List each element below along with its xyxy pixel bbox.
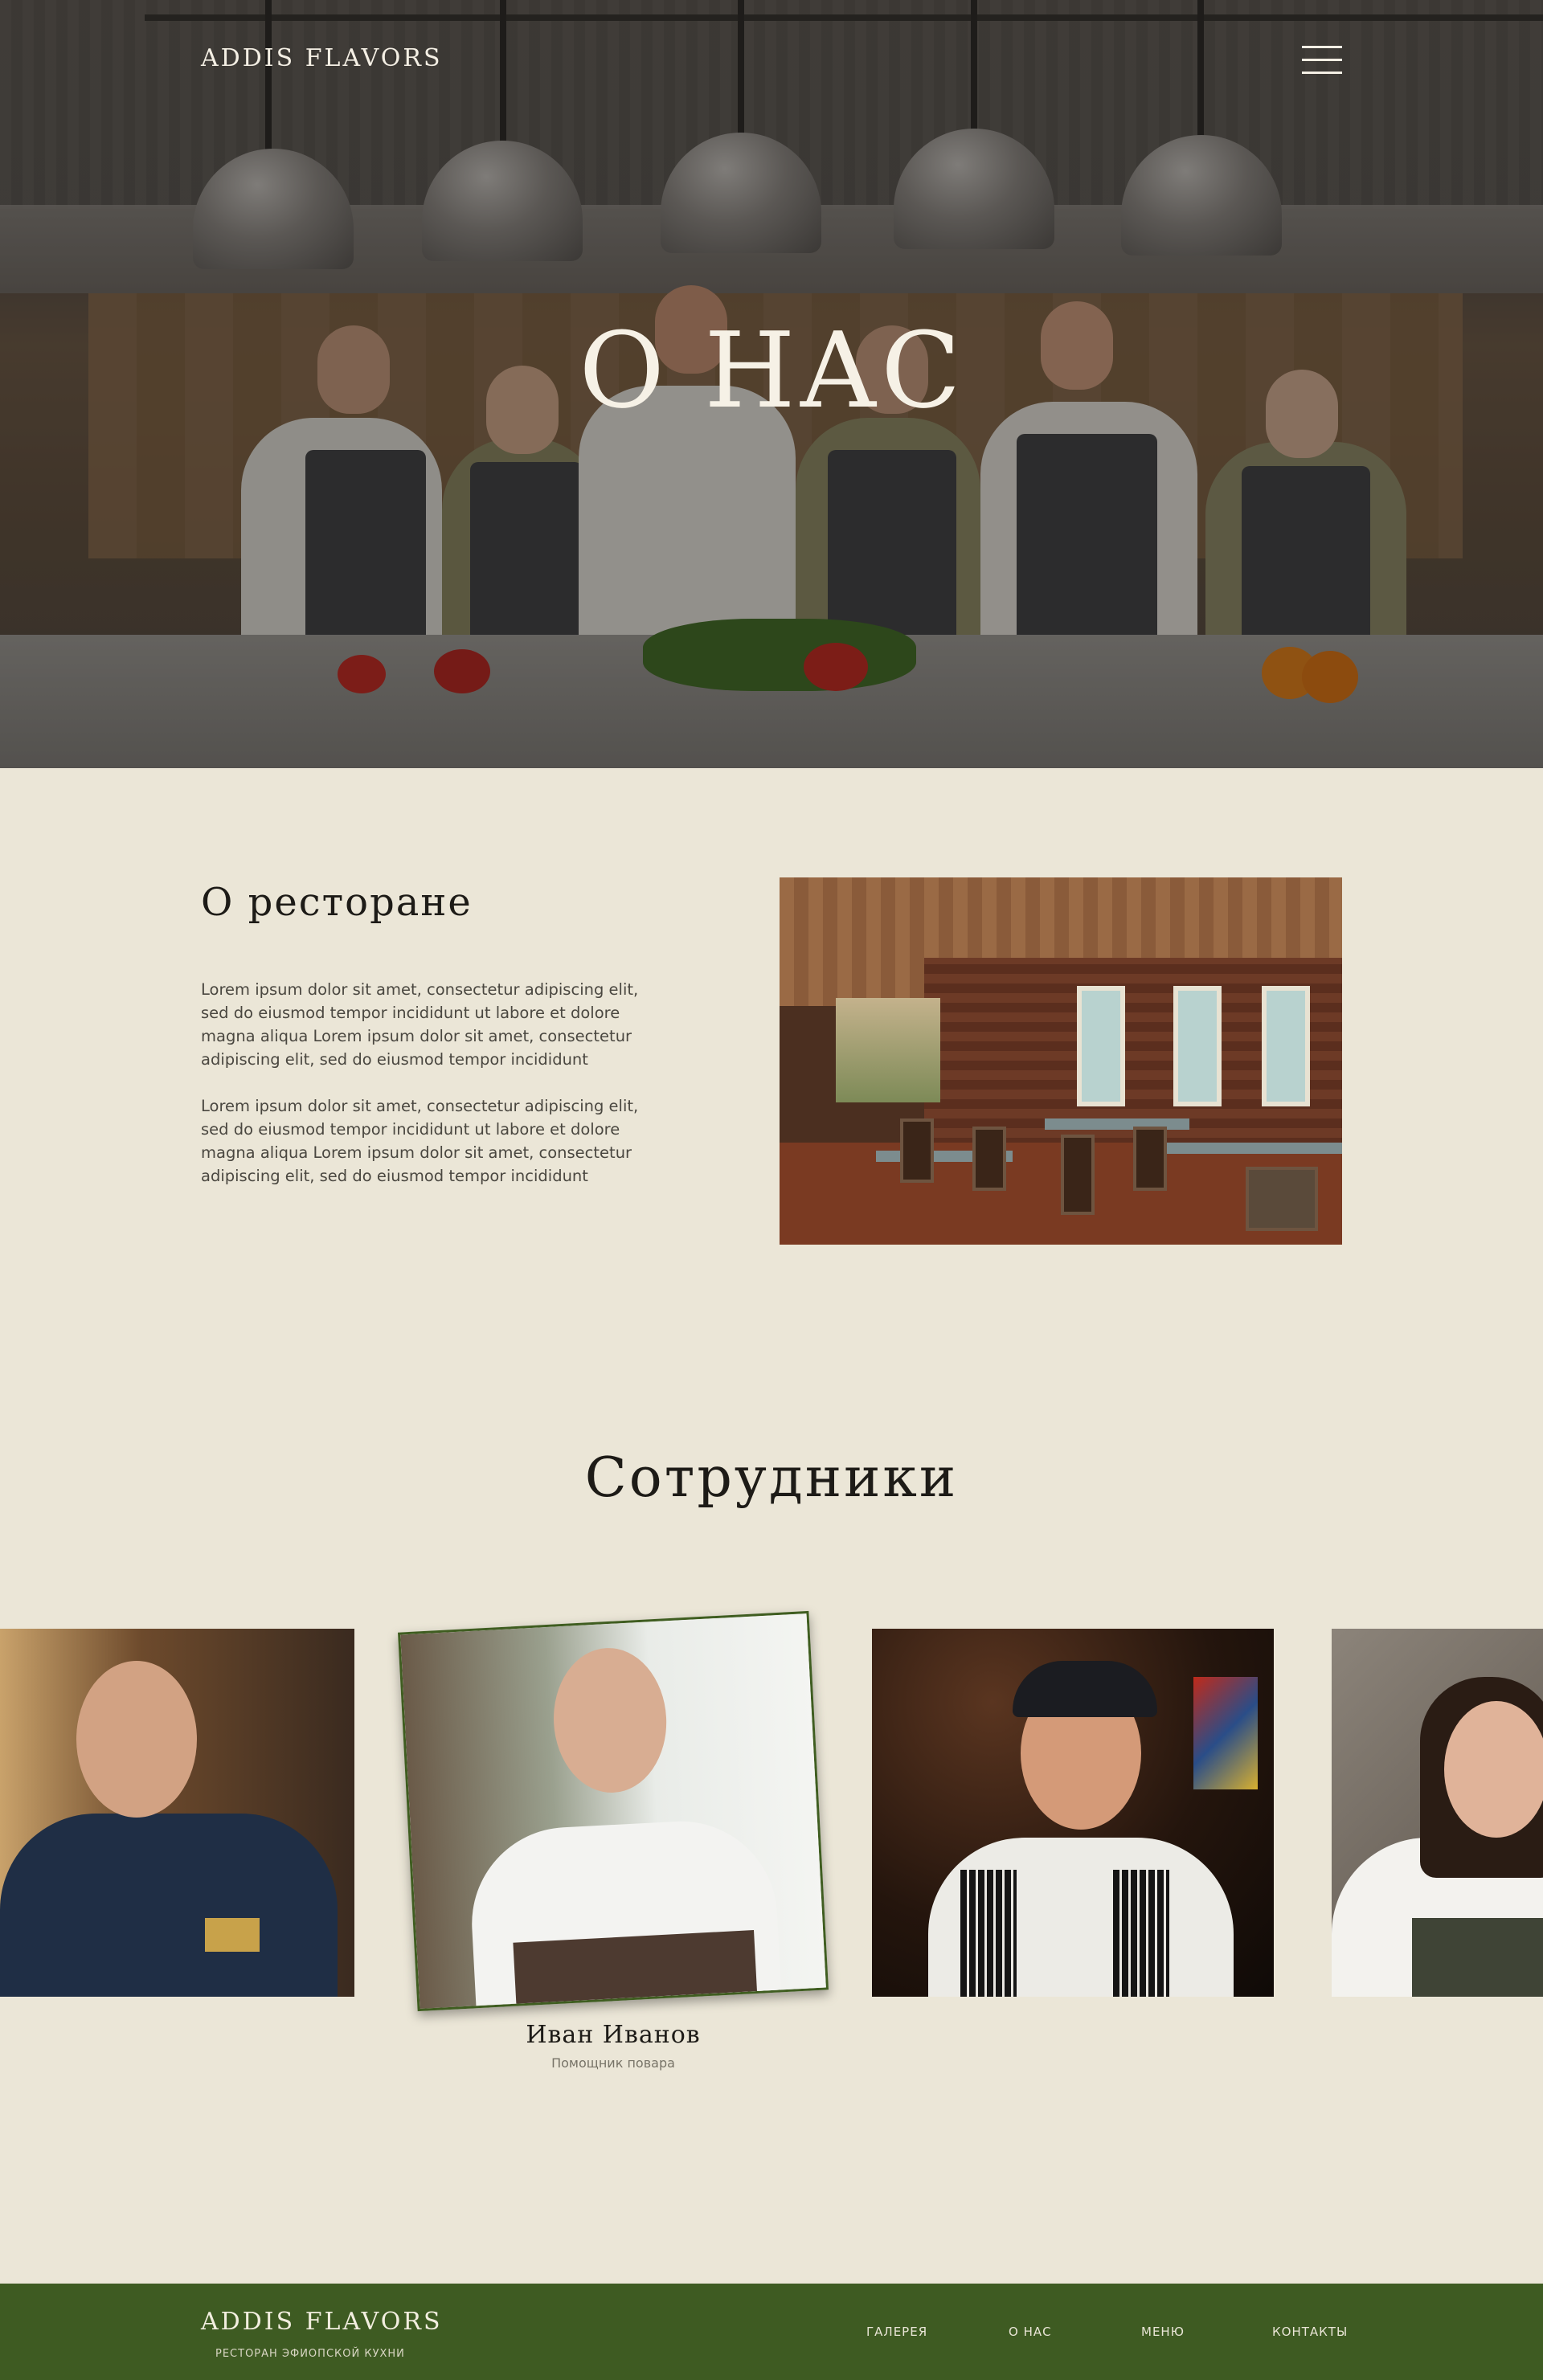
menu-line: [1302, 72, 1342, 74]
about-paragraph: Lorem ipsum dolor sit amet, consectetur …: [201, 980, 639, 1069]
staff-card[interactable]: [1332, 1629, 1543, 1997]
chair: [1061, 1135, 1095, 1215]
site-logo[interactable]: ADDIS FLAVORS: [201, 44, 443, 72]
chair: [1133, 1127, 1167, 1191]
window: [1262, 986, 1310, 1106]
page-title: О НАС: [579, 309, 964, 431]
chair: [972, 1127, 1006, 1191]
staff-name: Иван Иванов: [526, 2021, 701, 2049]
stained-glass: [1193, 1677, 1258, 1789]
wall-mural: [836, 998, 940, 1102]
window: [1173, 986, 1222, 1106]
staff-card[interactable]: [0, 1629, 354, 1997]
dining-table: [1045, 1118, 1189, 1130]
footer-link-contacts[interactable]: КОНТАКТЫ: [1272, 2325, 1348, 2339]
striped-apron: [1113, 1870, 1169, 1997]
hamburger-menu-icon[interactable]: [1302, 44, 1342, 75]
hero-banner: ADDIS FLAVORS О НАС: [0, 0, 1543, 768]
staff-card-featured[interactable]: [397, 1610, 829, 2012]
staff-role: Помощник повара: [551, 2055, 675, 2071]
menu-line: [1302, 46, 1342, 48]
footer-logo[interactable]: ADDIS FLAVORS: [201, 2308, 443, 2336]
restaurant-interior-image: [780, 877, 1342, 1245]
footer-tagline: РЕСТОРАН ЭФИОПСКОЙ КУХНИ: [215, 2348, 405, 2360]
chair: [900, 1118, 934, 1183]
striped-apron: [960, 1870, 1017, 1997]
staff-shirt: [0, 1814, 338, 1997]
name-badge: [205, 1918, 260, 1952]
about-heading: О ресторане: [201, 880, 473, 925]
wicker-chair: [1246, 1167, 1318, 1231]
menu-line: [1302, 59, 1342, 61]
staff-heading: Сотрудники: [584, 1446, 959, 1510]
dining-table: [1165, 1143, 1342, 1154]
cap: [1013, 1661, 1157, 1717]
apron: [1412, 1918, 1543, 1997]
footer-link-menu[interactable]: МЕНЮ: [1141, 2325, 1185, 2339]
footer-link-about[interactable]: О НАС: [1009, 2325, 1052, 2339]
staff-card[interactable]: [872, 1629, 1274, 1997]
chair-back: [513, 1930, 758, 2012]
footer-link-gallery[interactable]: ГАЛЕРЕЯ: [866, 2325, 927, 2339]
site-footer: ADDIS FLAVORS РЕСТОРАН ЭФИОПСКОЙ КУХНИ Г…: [0, 2284, 1543, 2380]
window: [1077, 986, 1125, 1106]
staff-face: [1444, 1701, 1543, 1838]
staff-face: [76, 1661, 197, 1818]
about-paragraph: Lorem ipsum dolor sit amet, consectetur …: [201, 1097, 639, 1185]
